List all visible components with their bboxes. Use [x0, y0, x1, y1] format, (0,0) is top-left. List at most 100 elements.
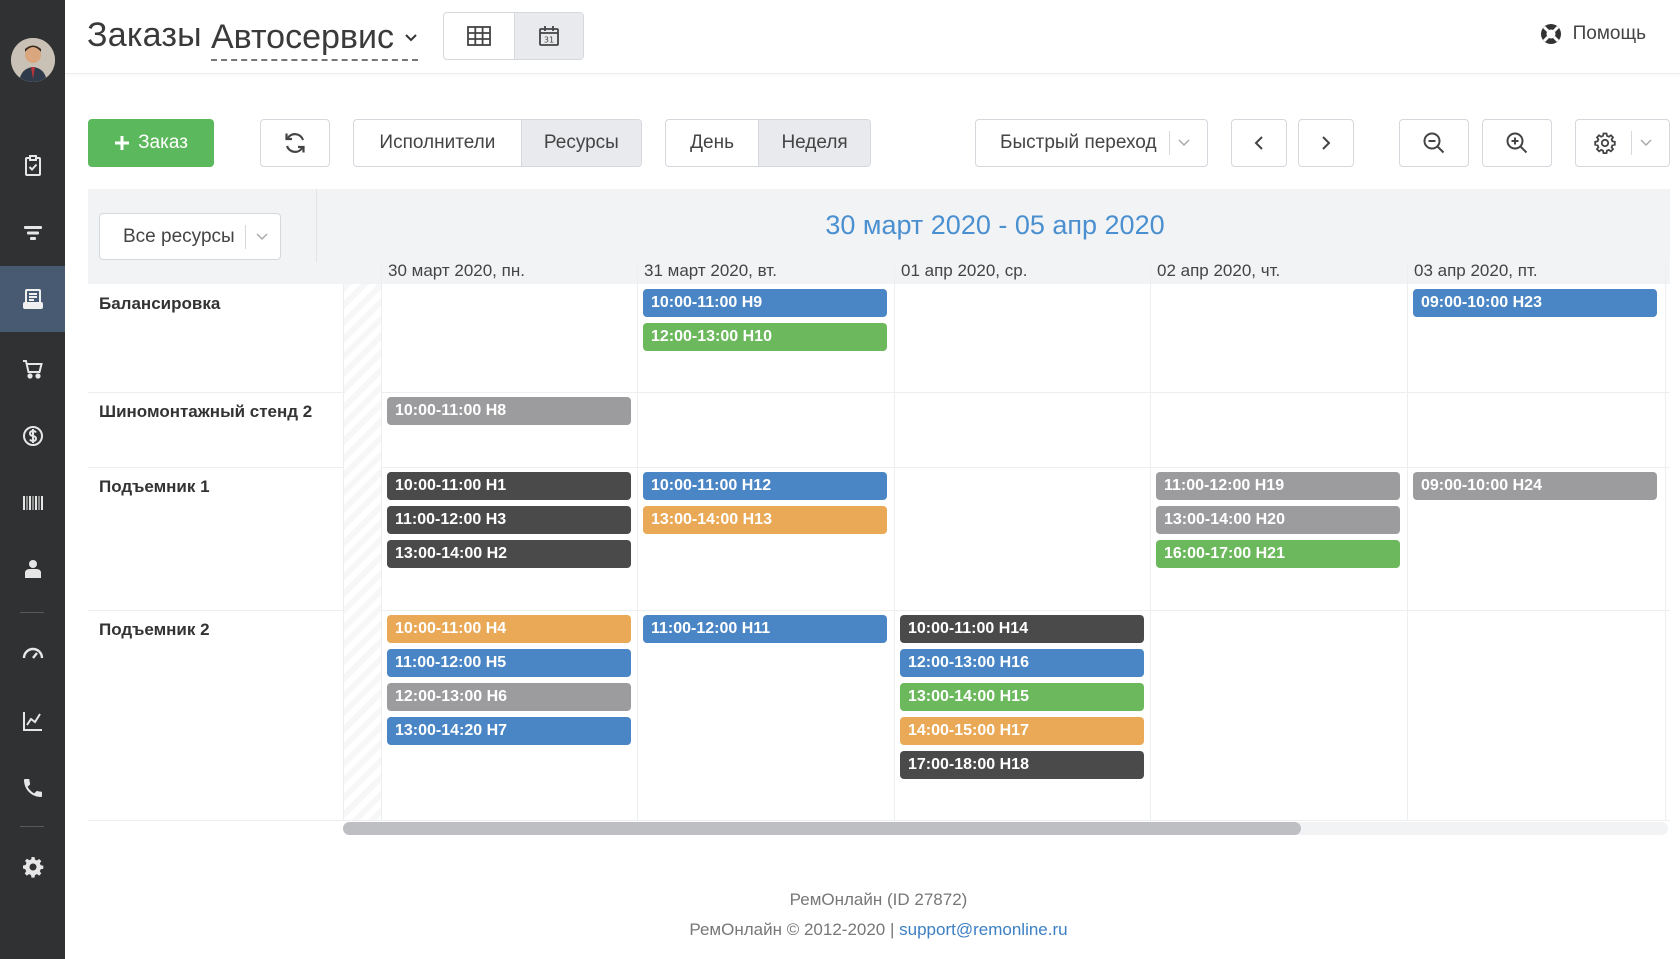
sidebar-item-finance[interactable]	[0, 403, 65, 469]
sidebar-item-tasks[interactable]	[0, 133, 65, 199]
order-event[interactable]: 10:00-11:00 Н8	[387, 397, 631, 425]
dollar-icon	[22, 426, 43, 446]
order-event[interactable]: 17:00-18:00 Н18	[900, 751, 1144, 779]
prev-week-button[interactable]	[1231, 119, 1287, 167]
day-header: 03 апр 2020, пт.	[1414, 261, 1538, 280]
dropdown-separator	[245, 224, 246, 249]
order-event[interactable]: 13:00-14:00 Н13	[643, 506, 887, 534]
order-event[interactable]: 12:00-13:00 Н10	[643, 323, 887, 351]
order-event[interactable]: 13:00-14:20 Н7	[387, 717, 631, 745]
resource-row-divider	[88, 820, 1670, 821]
dropdown-separator	[1168, 131, 1170, 155]
chart-icon	[22, 712, 42, 731]
sidebar-item-shop[interactable]	[0, 336, 65, 402]
chevron-down-icon	[256, 233, 268, 241]
plus-icon	[115, 136, 130, 150]
settings-gear-icon	[22, 857, 43, 878]
sidebar-item-calls[interactable]	[0, 755, 65, 821]
tab-week[interactable]: Неделя	[758, 120, 870, 166]
sidebar-item-funnel[interactable]	[0, 200, 65, 266]
sidebar-item-warehouse[interactable]	[0, 470, 65, 536]
zoom-in-icon	[1506, 132, 1528, 154]
footer-copyright-text: РемОнлайн © 2012-2020 |	[689, 920, 900, 939]
order-event[interactable]: 10:00-11:00 Н14	[900, 615, 1144, 643]
resource-row-divider	[88, 392, 1670, 393]
period-segment: День Неделя	[665, 119, 871, 167]
workshop-select[interactable]: Автосервис	[211, 16, 418, 61]
tab-performers[interactable]: Исполнители	[354, 120, 521, 166]
svg-text:31: 31	[544, 36, 554, 45]
tab-resources[interactable]: Ресурсы	[520, 120, 641, 166]
order-event[interactable]: 11:00-12:00 Н11	[643, 615, 887, 643]
footer-copyright: РемОнлайн © 2012-2020 | support@remonlin…	[0, 920, 1680, 940]
order-event[interactable]: 10:00-11:00 Н4	[387, 615, 631, 643]
table-grid-icon	[466, 26, 491, 46]
day-column-divider	[637, 262, 638, 820]
sidebar-item-dashboard[interactable]	[0, 620, 65, 686]
order-event[interactable]: 12:00-13:00 Н6	[387, 683, 631, 711]
chevron-down-icon	[1640, 139, 1652, 147]
next-week-button[interactable]	[1298, 119, 1354, 167]
order-event[interactable]: 14:00-15:00 Н17	[900, 717, 1144, 745]
settings-dropdown[interactable]	[1575, 119, 1670, 167]
new-order-label: Заказ	[138, 132, 188, 153]
refresh-button[interactable]	[260, 119, 330, 167]
header-divider	[316, 189, 317, 262]
quick-jump-dropdown[interactable]: Быстрый переход	[975, 119, 1208, 167]
order-event[interactable]: 09:00-10:00 Н24	[1413, 472, 1657, 500]
date-range-title: 30 март 2020 - 05 апр 2020	[825, 210, 1165, 240]
sidebar-divider	[20, 826, 44, 827]
resource-filter-dropdown[interactable]: Все ресурсы	[99, 213, 281, 260]
order-event[interactable]: 09:00-10:00 Н23	[1413, 289, 1657, 317]
day-header: 30 март 2020, пн.	[388, 261, 525, 280]
hatched-gutter	[343, 284, 381, 820]
day-column-divider	[1665, 262, 1666, 820]
order-event[interactable]: 11:00-12:00 Н3	[387, 506, 631, 534]
chevron-down-icon	[405, 33, 417, 41]
order-event[interactable]: 10:00-11:00 Н9	[643, 289, 887, 317]
calendar-icon: 31	[538, 26, 559, 46]
tab-day[interactable]: День	[666, 120, 758, 166]
order-event[interactable]: 10:00-11:00 Н1	[387, 472, 631, 500]
view-by-segment: Исполнители Ресурсы	[353, 119, 642, 167]
orders-icon	[22, 289, 43, 309]
gear-icon	[1594, 132, 1616, 154]
tab-performers-label: Исполнители	[379, 132, 496, 153]
order-event[interactable]: 11:00-12:00 Н5	[387, 649, 631, 677]
order-event[interactable]: 10:00-11:00 Н12	[643, 472, 887, 500]
help-label: Помощь	[1572, 23, 1646, 44]
user-avatar[interactable]	[11, 38, 55, 82]
sidebar-item-analytics[interactable]	[0, 688, 65, 754]
calendar-view-button[interactable]: 31	[513, 13, 583, 59]
sidebar-divider	[20, 612, 44, 613]
order-event[interactable]: 12:00-13:00 Н16	[900, 649, 1144, 677]
filter-icon	[23, 226, 42, 240]
zoom-out-button[interactable]	[1399, 119, 1469, 167]
person-icon	[24, 560, 41, 578]
barcode-icon	[22, 496, 43, 510]
tab-week-label: Неделя	[781, 132, 848, 153]
support-email-link[interactable]: support@remonline.ru	[899, 920, 1067, 939]
sidebar-item-clients[interactable]	[0, 536, 65, 602]
scrollbar-thumb[interactable]	[343, 822, 1301, 835]
gauge-icon	[22, 647, 43, 659]
new-order-button[interactable]: Заказ	[88, 119, 214, 167]
resource-name: Подъемник 1	[99, 477, 210, 496]
order-event[interactable]: 13:00-14:00 Н2	[387, 540, 631, 568]
view-mode-toggle: 31	[443, 12, 584, 60]
resource-row-divider	[88, 467, 1670, 468]
order-event[interactable]: 13:00-14:00 Н20	[1156, 506, 1400, 534]
help-link[interactable]: Помощь	[1539, 22, 1646, 46]
quick-jump-label: Быстрый переход	[1000, 132, 1157, 153]
order-event[interactable]: 16:00-17:00 Н21	[1156, 540, 1400, 568]
order-event[interactable]: 13:00-14:00 Н15	[900, 683, 1144, 711]
resource-name: Шиномонтажный стенд 2	[99, 402, 313, 421]
resource-name: Балансировка	[99, 294, 221, 313]
zoom-in-button[interactable]	[1482, 119, 1552, 167]
sidebar-item-orders[interactable]	[0, 266, 65, 332]
order-event[interactable]: 11:00-12:00 Н19	[1156, 472, 1400, 500]
table-view-button[interactable]	[444, 13, 514, 59]
workshop-label: Автосервис	[211, 18, 394, 56]
tab-resources-label: Ресурсы	[543, 132, 619, 153]
page-title: Заказы	[87, 16, 202, 54]
